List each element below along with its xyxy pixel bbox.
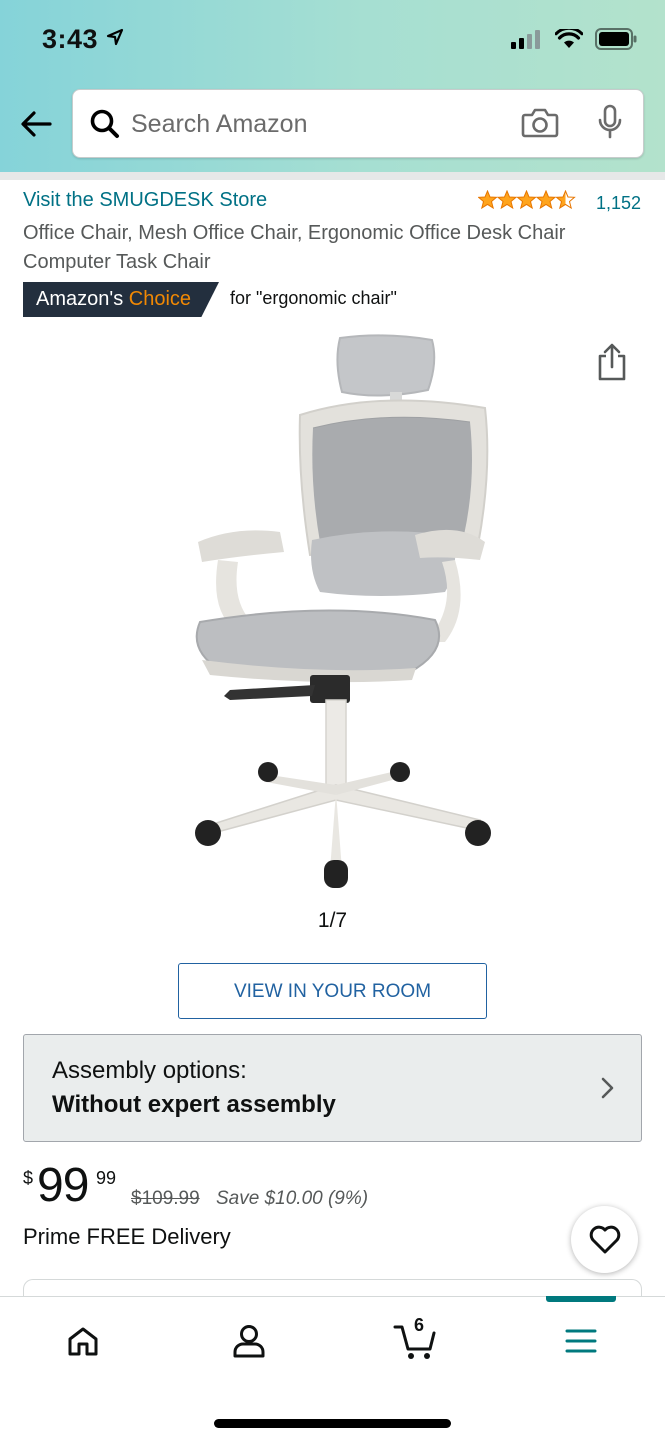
price-symbol: $ bbox=[23, 1168, 34, 1188]
heart-icon bbox=[589, 1225, 620, 1253]
store-link[interactable]: Visit the SMUGDESK Store bbox=[23, 189, 267, 212]
account-icon bbox=[233, 1325, 265, 1358]
search-input[interactable] bbox=[131, 104, 491, 144]
price-whole: 99 bbox=[37, 1159, 89, 1212]
choice-badge-prefix: Amazon's bbox=[36, 288, 124, 310]
wifi-icon bbox=[555, 29, 583, 48]
back-button[interactable] bbox=[18, 106, 54, 142]
back-arrow-icon bbox=[21, 111, 52, 137]
search-icon bbox=[90, 109, 119, 138]
image-counter: 1/7 bbox=[317, 909, 348, 932]
delivery-info: Prime FREE Delivery bbox=[23, 1224, 231, 1249]
microphone-icon[interactable] bbox=[597, 104, 623, 142]
home-icon bbox=[68, 1327, 98, 1356]
cart-count-badge: 6 bbox=[414, 1315, 425, 1335]
signal-icon bbox=[511, 30, 540, 49]
status-time: 3:43 bbox=[42, 24, 99, 54]
chevron-right-icon bbox=[601, 1077, 614, 1099]
search-bar[interactable] bbox=[72, 89, 644, 158]
battery-icon bbox=[595, 28, 637, 50]
app-header: 3:43 bbox=[0, 0, 665, 180]
list-price: $109.99 bbox=[131, 1188, 200, 1209]
camera-icon[interactable] bbox=[521, 106, 559, 140]
choice-badge-highlight: Choice bbox=[128, 288, 192, 310]
assembly-options[interactable]: Assembly options: Without expert assembl… bbox=[23, 1034, 642, 1142]
savings-text: Save $10.00 (9%) bbox=[216, 1188, 369, 1209]
rating-count[interactable]: 1,152 bbox=[596, 193, 641, 214]
assembly-options-value: Without expert assembly bbox=[52, 1091, 336, 1118]
assembly-options-label: Assembly options: bbox=[52, 1057, 247, 1084]
menu-icon bbox=[565, 1329, 597, 1353]
price-fraction: 99 bbox=[96, 1168, 117, 1188]
wishlist-button[interactable] bbox=[571, 1206, 638, 1273]
choice-badge-label: Amazon's Choice bbox=[23, 282, 219, 317]
nav-cart[interactable]: 6 bbox=[386, 1315, 446, 1363]
product-title: Office Chair, Mesh Office Chair, Ergonom… bbox=[23, 222, 566, 273]
nav-active-indicator bbox=[546, 1296, 616, 1302]
product-image[interactable] bbox=[180, 330, 500, 895]
home-indicator bbox=[214, 1419, 451, 1428]
nav-menu[interactable] bbox=[551, 1319, 611, 1363]
star-rating[interactable] bbox=[478, 190, 576, 210]
view-in-room-button[interactable]: VIEW IN YOUR ROOM bbox=[178, 963, 487, 1019]
header-divider bbox=[0, 172, 665, 180]
star-rating-icon bbox=[478, 190, 575, 209]
choice-badge-keyword: for "ergonomic chair" bbox=[230, 288, 397, 308]
nav-home[interactable] bbox=[53, 1319, 113, 1363]
status-indicators bbox=[511, 28, 637, 50]
share-icon[interactable] bbox=[596, 342, 628, 382]
nav-account[interactable] bbox=[219, 1319, 279, 1363]
location-arrow-icon bbox=[106, 28, 124, 46]
bottom-navigation: 6 bbox=[0, 1296, 665, 1440]
